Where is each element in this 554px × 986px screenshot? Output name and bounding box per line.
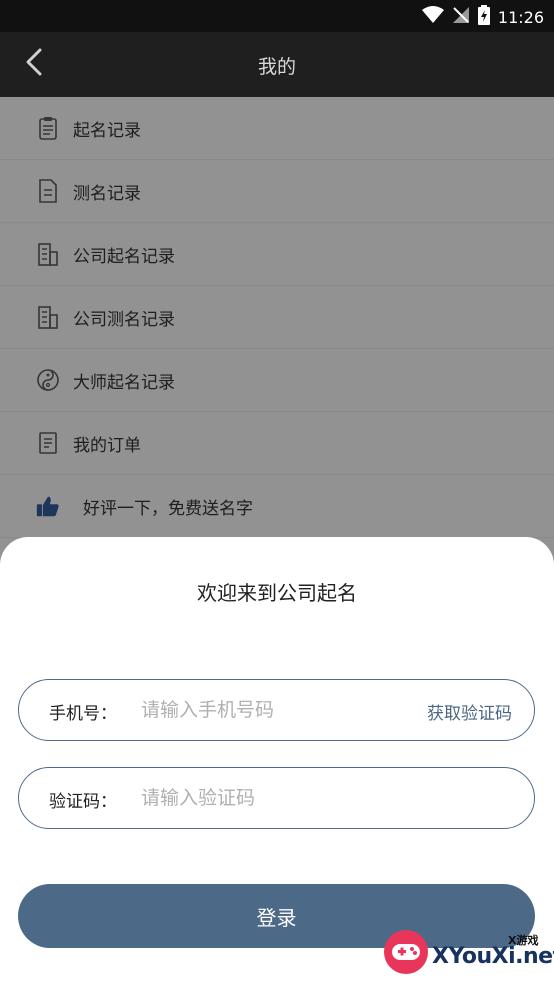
code-field: 验证码： [18, 767, 535, 829]
watermark: X游戏 XYouXi.net [384, 930, 554, 982]
get-code-button[interactable]: 获取验证码 [427, 699, 512, 724]
phone-input[interactable] [141, 692, 411, 728]
status-bar: 11:26 [0, 0, 554, 32]
status-icons: 11:26 [421, 5, 544, 29]
sheet-title: 欢迎来到公司起名 [197, 581, 357, 605]
code-input[interactable] [141, 780, 411, 816]
login-sheet: 欢迎来到公司起名 手机号： 获取验证码 验证码： 登录 [0, 537, 554, 986]
wifi-icon [421, 6, 444, 28]
app-bar: 我的 [0, 32, 554, 97]
watermark-main-text: XYouXi.net [432, 944, 554, 969]
status-time: 11:26 [497, 7, 544, 27]
battery-charging-icon [477, 5, 490, 29]
page-title: 我的 [257, 56, 296, 78]
code-label: 验证码： [49, 792, 117, 812]
phone-label: 手机号： [49, 704, 117, 724]
gamepad-icon [384, 930, 428, 974]
no-signal-icon [452, 6, 470, 28]
phone-field: 手机号： 获取验证码 [18, 679, 535, 741]
